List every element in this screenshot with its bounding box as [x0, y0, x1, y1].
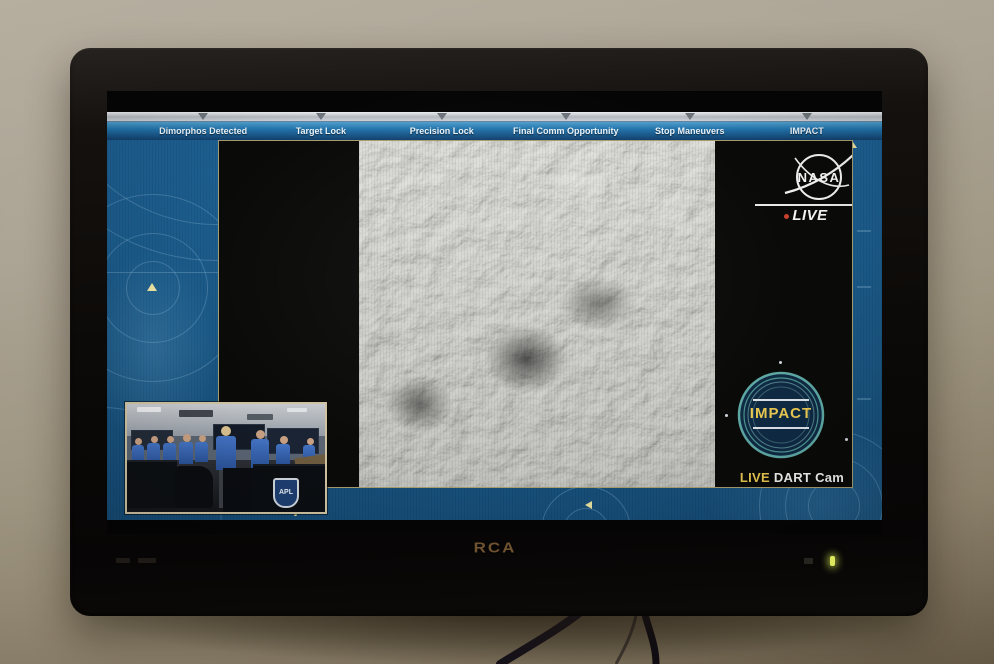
bezel-marking [138, 558, 156, 563]
deco-dot [779, 361, 782, 364]
apl-logo: APL [273, 478, 299, 508]
person [195, 442, 208, 462]
console [127, 460, 177, 508]
asteroid-shadows [359, 141, 715, 487]
person-head [199, 435, 206, 442]
ceiling-light [287, 408, 307, 412]
badge-rule-bottom [753, 427, 809, 429]
scene: RCA [0, 0, 994, 664]
marker-triangle-bottom [585, 501, 592, 509]
ceiling-vent [247, 414, 273, 420]
person [216, 436, 236, 470]
person-head [151, 436, 158, 443]
person-head [256, 430, 265, 439]
blueprint-tick [857, 398, 871, 400]
timeline-stage: IMPACT [790, 126, 824, 136]
blueprint-line [107, 272, 218, 273]
ceiling-vent [179, 410, 213, 417]
live-indicator: LIVE [755, 207, 853, 224]
marker-triangle-left [147, 283, 157, 291]
live-label: LIVE [792, 207, 827, 224]
timeline-tick-icon [198, 113, 208, 120]
timeline-stage: Final Comm Opportunity [513, 126, 619, 136]
timeline-tick-icon [561, 113, 571, 120]
deco-dot [845, 438, 848, 441]
camera-caption-text: DART Cam [774, 470, 844, 485]
screen-bottom-band [107, 520, 882, 534]
asteroid-surface-image [359, 141, 715, 487]
power-led [830, 556, 835, 566]
bezel-marking [116, 558, 130, 563]
live-divider [755, 204, 853, 206]
blueprint-tick [857, 286, 871, 288]
timeline-track [107, 112, 882, 121]
impact-badge-label: IMPACT [735, 405, 827, 422]
timeline-stage: Precision Lock [410, 126, 474, 136]
timeline-stage: Stop Maneuvers [655, 126, 725, 136]
deco-dot [725, 414, 728, 417]
office-chair [175, 466, 213, 508]
monitor [223, 468, 253, 512]
camera-caption: LIVE DART Cam [719, 470, 853, 485]
ceiling-light [137, 407, 161, 412]
nasa-logo: NASA [769, 143, 853, 205]
timeline-stage: Target Lock [296, 126, 346, 136]
person-head [307, 438, 314, 445]
timeline-tick-icon [316, 113, 326, 120]
person-head [280, 436, 288, 444]
badge-rule-top [753, 399, 809, 401]
timeline-bar: Dimorphos Detected Target Lock Precision… [107, 121, 882, 140]
person [179, 442, 193, 464]
screen-top-band [107, 91, 882, 112]
standby-indicator [804, 558, 813, 564]
person-head [167, 436, 174, 443]
person-head [183, 434, 191, 442]
camera-caption-live: LIVE [740, 470, 770, 485]
timeline-tick-icon [437, 113, 447, 120]
nasa-wordmark: NASA [798, 170, 841, 185]
timeline-tick-icon [802, 113, 812, 120]
blueprint-tick [857, 230, 871, 232]
timeline-stage: Dimorphos Detected [159, 126, 247, 136]
person-head [135, 438, 142, 445]
timeline-tick-icon [685, 113, 695, 120]
person-head [221, 426, 231, 436]
tv-screen: NASA LIVE IMPACT LIVE DART Cam [107, 91, 882, 534]
mission-control-pip: APL [125, 402, 327, 514]
live-dot-icon [784, 214, 789, 219]
tv-brand-logo: RCA [445, 539, 545, 557]
person [276, 444, 290, 464]
